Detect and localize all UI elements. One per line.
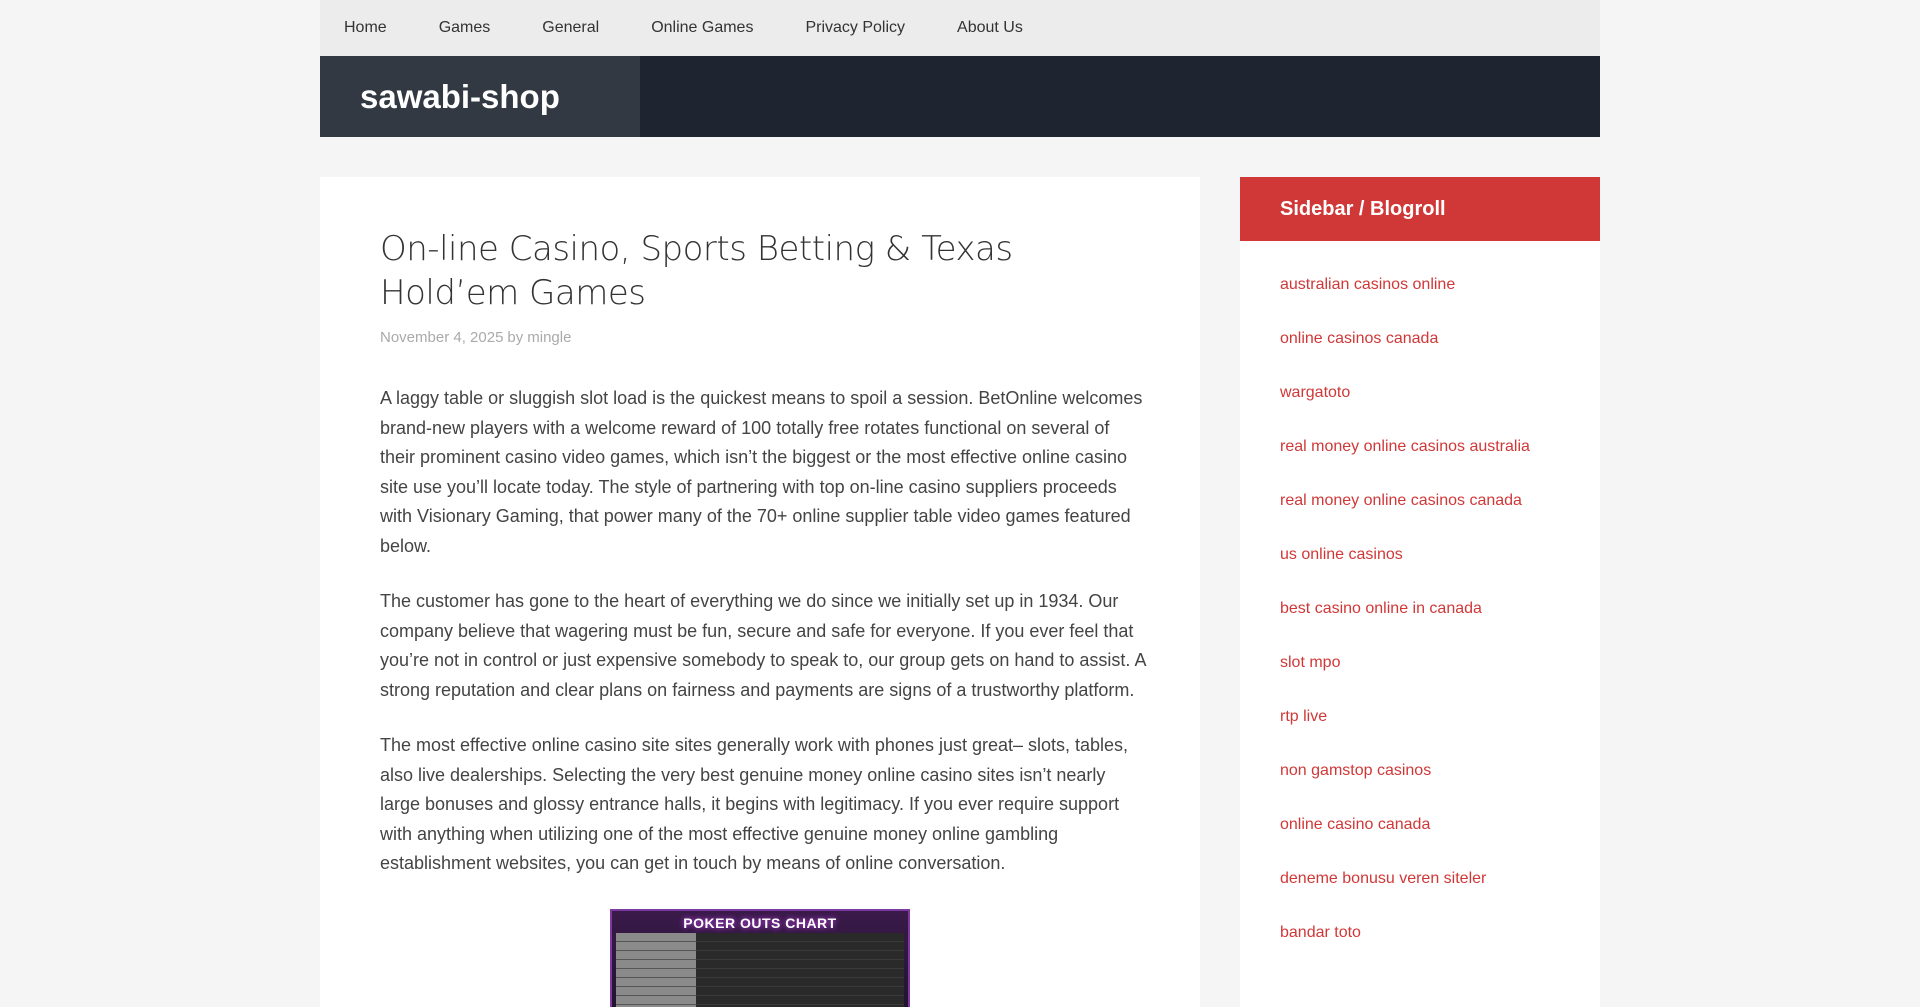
blogroll-link[interactable]: deneme bonusu veren siteler xyxy=(1280,869,1600,923)
post-paragraph-3: The most effective online casino site si… xyxy=(380,731,1146,879)
post-date[interactable]: November 4, 2025 xyxy=(380,329,503,346)
blogroll-link[interactable]: non gamstop casinos xyxy=(1280,761,1600,815)
nav-about-us[interactable]: About Us xyxy=(957,19,1023,37)
blogroll-link[interactable]: real money online casinos canada xyxy=(1280,491,1600,545)
blogroll-link[interactable]: rtp live xyxy=(1280,707,1600,761)
post-article: On-line Casino, Sports Betting & Texas H… xyxy=(380,227,1140,1007)
main-content: On-line Casino, Sports Betting & Texas H… xyxy=(320,177,1200,1007)
blogroll-link[interactable]: online casinos canada xyxy=(1280,329,1600,383)
blogroll-link[interactable]: australian casinos online xyxy=(1280,275,1600,329)
chart-image-label-column xyxy=(616,933,696,1007)
post-meta: November 4, 2025bymingle xyxy=(380,329,1140,346)
site-title[interactable]: sawabi-shop xyxy=(320,56,640,137)
post-author[interactable]: mingle xyxy=(527,329,571,346)
blogroll-link[interactable]: best casino online in canada xyxy=(1280,599,1600,653)
top-navigation: Home Games General Online Games Privacy … xyxy=(320,0,1600,56)
nav-games[interactable]: Games xyxy=(439,19,491,37)
blogroll-link[interactable]: real money online casinos australia xyxy=(1280,437,1600,491)
post-title: On-line Casino, Sports Betting & Texas H… xyxy=(380,227,1140,315)
nav-online-games[interactable]: Online Games xyxy=(651,19,753,37)
blogroll-link[interactable]: slot mpo xyxy=(1280,653,1600,707)
post-paragraph-2: The customer has gone to the heart of ev… xyxy=(380,587,1146,705)
blogroll-link[interactable]: bandar toto xyxy=(1280,923,1600,977)
nav-general[interactable]: General xyxy=(542,19,599,37)
nav-privacy-policy[interactable]: Privacy Policy xyxy=(805,19,905,37)
sidebar-title: Sidebar / Blogroll xyxy=(1240,177,1600,241)
post-by: by xyxy=(507,329,523,346)
blogroll-link[interactable]: online casino canada xyxy=(1280,815,1600,869)
nav-home[interactable]: Home xyxy=(344,19,387,37)
sidebar: Sidebar / Blogroll australian casinos on… xyxy=(1240,177,1600,1007)
poker-outs-chart-image: POKER OUTS CHART xyxy=(610,909,910,1007)
chart-image-title: POKER OUTS CHART xyxy=(612,911,908,931)
post-paragraph-1: A laggy table or sluggish slot load is t… xyxy=(380,384,1146,561)
site-header: sawabi-shop xyxy=(320,56,1600,137)
blogroll-link[interactable]: us online casinos xyxy=(1280,545,1600,599)
blogroll-link[interactable]: wargatoto xyxy=(1280,383,1600,437)
blogroll-list: australian casinos online online casinos… xyxy=(1240,241,1600,977)
